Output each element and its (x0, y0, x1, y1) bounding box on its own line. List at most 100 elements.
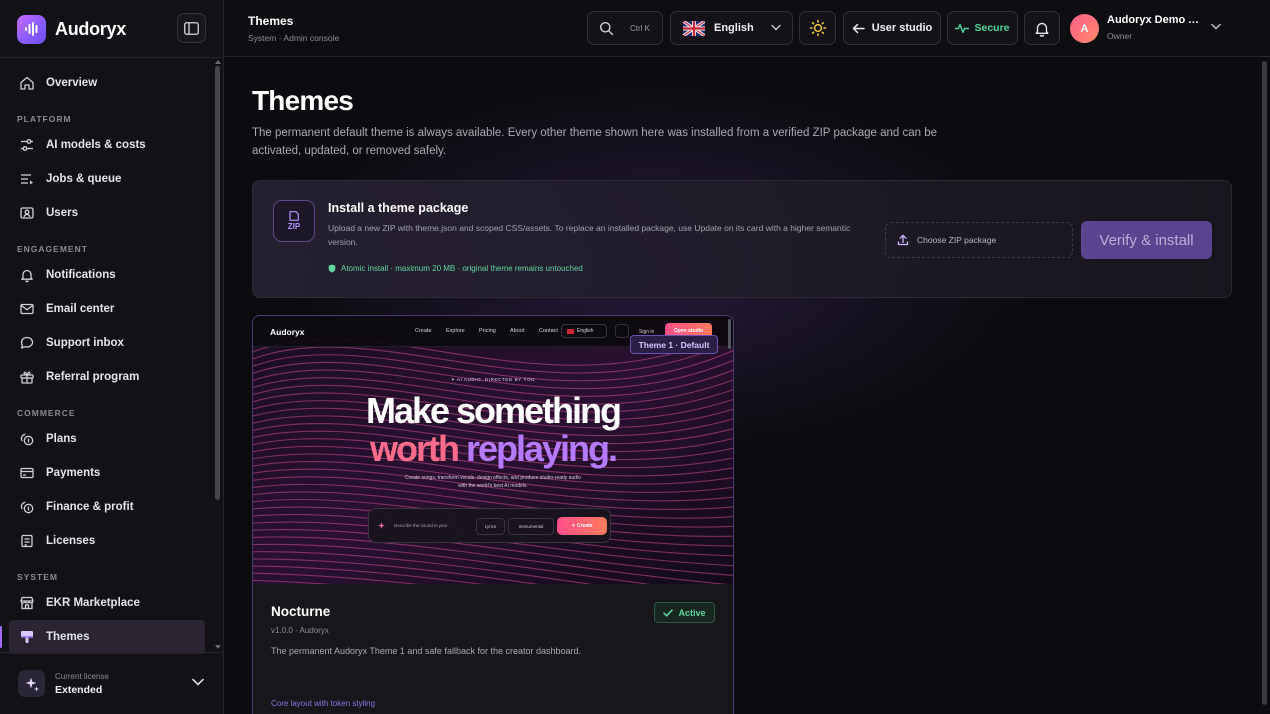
sun-icon (809, 19, 826, 37)
user-studio-label: User studio (871, 22, 933, 34)
status-label: Active (678, 607, 706, 618)
scroll-up-arrow-icon[interactable] (214, 59, 222, 65)
preview-headline-2: worth replaying. (253, 430, 733, 468)
sidebar-item-support-inbox[interactable]: Support inbox (0, 326, 214, 360)
sidebar-item-referral[interactable]: Referral program (0, 360, 214, 394)
sidebar-item-label: Notifications (46, 269, 116, 281)
sidebar-scrollbar[interactable] (215, 66, 220, 500)
sidebar-item-label: Users (46, 207, 78, 219)
brand[interactable]: Audoryx (17, 14, 126, 44)
topbar: Themes System · Admin console Ctrl K Eng… (224, 0, 1270, 57)
sidebar-item-plans[interactable]: Plans (0, 422, 214, 456)
choose-zip-input[interactable]: Choose ZIP package (885, 222, 1073, 258)
page-breadcrumb-subtitle: System · Admin console (248, 33, 340, 43)
page-title: Themes (252, 85, 354, 116)
arrow-left-icon (852, 23, 865, 33)
waveform-logo-icon (17, 14, 46, 44)
chevron-down-icon (1211, 23, 1221, 30)
preview-scrollbar (728, 319, 731, 349)
user-studio-button[interactable]: User studio (843, 11, 941, 45)
sidebar-item-label: Payments (46, 467, 101, 479)
card-icon (20, 467, 34, 479)
sidebar-item-label: AI models & costs (46, 139, 146, 151)
sidebar-item-users[interactable]: Users (0, 196, 214, 230)
sidebar-item-themes[interactable]: Themes (0, 620, 205, 654)
shield-check-icon (328, 264, 336, 273)
user-menu[interactable]: A Audoryx Demo Admin Owner (1070, 13, 1230, 43)
sidebar-item-notifications[interactable]: Notifications (0, 258, 214, 292)
sidebar-item-label: Referral program (46, 371, 140, 383)
sidebar-item-ai-models[interactable]: AI models & costs (0, 128, 214, 162)
sidebar-item-label: Plans (46, 433, 77, 445)
scroll-down-arrow-icon[interactable] (214, 644, 222, 650)
chat-icon (20, 336, 34, 349)
preview-nav-link: Contact (539, 328, 558, 334)
section-title-system: SYSTEM (17, 572, 58, 582)
install-title: Install a theme package (328, 201, 469, 215)
upload-icon (897, 234, 909, 246)
avatar: A (1070, 14, 1099, 43)
theme-toggle-button[interactable] (799, 11, 836, 45)
sparkle-icon (18, 670, 45, 697)
coins-icon (20, 433, 34, 446)
page-breadcrumb-title: Themes (248, 14, 294, 28)
queue-icon (21, 174, 33, 185)
user-role: Owner (1107, 31, 1133, 41)
verify-install-button[interactable]: Verify & install (1081, 221, 1212, 259)
sparkle-icon (378, 522, 385, 529)
theme-name: Nocturne (271, 604, 331, 619)
sidebar: Audoryx Overview PLATFORM AI models & co… (0, 0, 224, 714)
sidebar-nav: Overview PLATFORM AI models & costs Jobs… (0, 66, 214, 654)
preview-headline-1: Make something (365, 390, 622, 431)
theme-default-badge: Theme 1 · Default (630, 335, 718, 354)
brush-icon (21, 631, 33, 643)
language-select[interactable]: English (670, 11, 793, 45)
preview-headline-2b: replaying. (465, 428, 618, 469)
sidebar-item-finance[interactable]: Finance & profit (0, 490, 214, 524)
theme-card-body: Nocturne v1.0.0 · Audoryx The permanent … (253, 584, 733, 714)
theme-version: v1.0.0 · Audoryx (271, 626, 329, 635)
choose-zip-label: Choose ZIP package (917, 235, 997, 245)
preview-language-label: English (577, 328, 594, 334)
sidebar-item-label: Jobs & queue (46, 173, 122, 185)
current-license[interactable]: Current license Extended (0, 652, 224, 714)
pulse-icon (955, 23, 970, 33)
preview-nav-link: About (510, 328, 525, 334)
sidebar-item-licenses[interactable]: Licenses (0, 524, 214, 558)
section-title-commerce: COMMERCE (17, 408, 76, 418)
gift-icon (20, 371, 34, 384)
license-icon (21, 534, 33, 548)
notifications-button[interactable] (1024, 11, 1060, 45)
install-note: Atomic install · maximum 20 MB · origina… (328, 264, 583, 273)
panel-left-icon (184, 21, 199, 35)
license-value: Extended (55, 683, 103, 696)
sidebar-item-ekr-marketplace[interactable]: EKR Marketplace (0, 586, 214, 620)
secure-label: Secure (974, 22, 1010, 34)
main-scrollbar[interactable] (1262, 61, 1267, 705)
section-title-platform: PLATFORM (17, 114, 72, 124)
license-caption: Current license (55, 671, 109, 681)
sidebar-item-email-center[interactable]: Email center (0, 292, 214, 326)
sidebar-item-label: Email center (46, 303, 115, 315)
uk-flag-icon (567, 328, 574, 334)
sidebar-item-jobs[interactable]: Jobs & queue (0, 162, 214, 196)
coins-icon (20, 501, 34, 514)
theme-card[interactable]: Audoryx Create Explore Pricing About Con… (252, 315, 734, 714)
preview-chip-instrumental: Instrumental (508, 518, 554, 535)
chevron-down-icon (192, 678, 204, 686)
sidebar-toggle-button[interactable] (177, 13, 206, 43)
preview-nav-link: Explore (446, 328, 465, 334)
status-badge: Active (654, 602, 715, 623)
preview-language: English (561, 324, 607, 338)
search-button[interactable]: Ctrl K (587, 11, 663, 45)
sidebar-item-overview[interactable]: Overview (0, 66, 214, 100)
zip-icon-label: ZIP (287, 222, 301, 231)
search-shortcut: Ctrl K (630, 23, 650, 33)
home-icon (20, 76, 34, 90)
preview-headline-2a: worth (369, 428, 466, 469)
secure-status-badge[interactable]: Secure (947, 11, 1018, 45)
brand-name: Audoryx (55, 18, 126, 39)
preview-brand: Audoryx (270, 327, 305, 337)
sidebar-item-payments[interactable]: Payments (0, 456, 214, 490)
sidebar-item-label: Support inbox (46, 337, 124, 349)
